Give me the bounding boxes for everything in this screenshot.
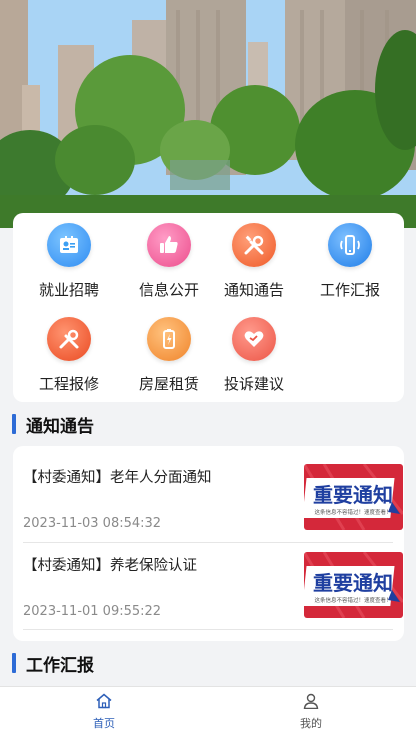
grid-item-notices[interactable]: 通知通告: [208, 223, 300, 303]
wrench-icon: [47, 317, 91, 361]
grid-item-info-public[interactable]: 信息公开: [123, 223, 215, 303]
section-accent-bar: [12, 414, 16, 434]
tab-home[interactable]: 首页: [74, 693, 134, 731]
phone-icon: [328, 223, 372, 267]
user-icon: [303, 693, 319, 710]
notice-time: 2023-11-03 08:54:32: [23, 516, 162, 531]
grid-item-jobs[interactable]: 就业招聘: [23, 223, 115, 303]
notice-title: 【村委通知】老年人分面通知: [23, 470, 212, 486]
notice-time: 2023-11-01 09:55:22: [23, 604, 162, 619]
bottom-tab-bar: 首页 我的: [0, 686, 416, 739]
grid-item-label: 通知通告: [223, 281, 284, 299]
svg-text:重要通知: 重要通知: [313, 571, 393, 595]
notice-divider: [23, 629, 393, 630]
section-accent-bar: [12, 653, 16, 673]
hero-banner-image: [0, 0, 416, 228]
notice-list-card: 【村委通知】老年人分面通知 2023-11-03 08:54:32 重要通知 这…: [13, 446, 404, 641]
id-card-icon: [47, 223, 91, 267]
home-icon: [96, 693, 112, 709]
grid-item-label: 就业招聘: [38, 281, 99, 299]
section-title: 通知通告: [26, 416, 94, 437]
notice-item[interactable]: 【村委通知】养老保险认证 2023-11-01 09:55:22 重要通知 这条…: [23, 534, 403, 620]
battery-icon: [147, 317, 191, 361]
notice-title: 【村委通知】养老保险认证: [23, 558, 197, 574]
grid-item-label: 房屋租赁: [138, 375, 199, 393]
grid-item-label: 工程报修: [38, 375, 99, 393]
notice-thumbnail: 重要通知 这条信息不容错过！速度查看！: [304, 464, 403, 530]
handshake-heart-icon: [232, 317, 276, 361]
notice-item[interactable]: 【村委通知】老年人分面通知 2023-11-03 08:54:32 重要通知 这…: [23, 446, 403, 532]
grid-item-label: 工作汇报: [319, 281, 380, 299]
svg-text:重要通知: 重要通知: [313, 483, 393, 507]
grid-item-complaint[interactable]: 投诉建议: [208, 317, 300, 397]
svg-text:这条信息不容错过！速度查看！: 这条信息不容错过！速度查看！: [314, 596, 391, 604]
reports-section-header: 工作汇报: [12, 652, 94, 676]
service-grid-card: 就业招聘 信息公开 通知通告 工作汇报 工程报修 房屋租赁 投诉建议: [13, 213, 404, 402]
tools-icon: [232, 223, 276, 267]
tab-label: 我的: [300, 717, 322, 730]
notice-thumbnail: 重要通知 这条信息不容错过！速度查看！: [304, 552, 403, 618]
svg-text:这条信息不容错过！速度查看！: 这条信息不容错过！速度查看！: [314, 508, 391, 516]
thumbs-up-icon: [147, 223, 191, 267]
grid-item-label: 信息公开: [138, 281, 199, 299]
grid-item-label: 投诉建议: [223, 375, 284, 393]
section-title: 工作汇报: [26, 655, 94, 676]
notices-section-header: 通知通告: [12, 413, 94, 437]
tab-label: 首页: [93, 717, 115, 730]
grid-item-work-report[interactable]: 工作汇报: [304, 223, 396, 303]
tab-mine[interactable]: 我的: [281, 693, 341, 731]
grid-item-rental[interactable]: 房屋租赁: [123, 317, 215, 397]
grid-item-repair[interactable]: 工程报修: [23, 317, 115, 397]
